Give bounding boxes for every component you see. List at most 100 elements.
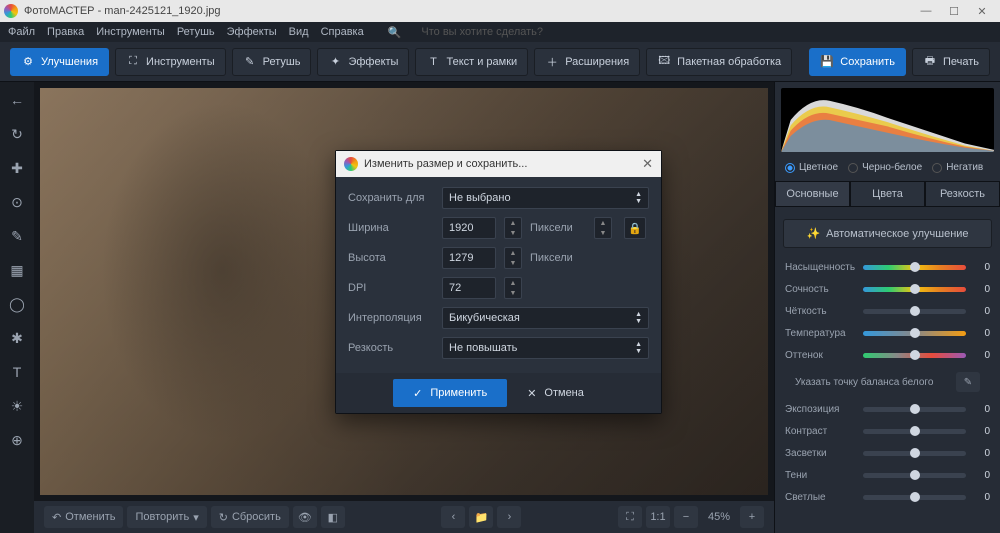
dpi-input[interactable]: 72 xyxy=(442,277,496,299)
slider-thumb[interactable] xyxy=(910,328,920,338)
brush-tool-icon[interactable]: ✎ xyxy=(7,226,27,246)
zoom-in-button[interactable]: + xyxy=(740,506,764,528)
slider-track[interactable] xyxy=(863,331,966,336)
minimize-button[interactable]: — xyxy=(912,0,940,22)
heal-icon[interactable]: ✚ xyxy=(7,158,27,178)
print-icon: 🖶 xyxy=(923,55,937,69)
next-button[interactable]: › xyxy=(497,506,521,528)
width-spinner[interactable]: ▲▼ xyxy=(504,217,522,239)
menu-edit[interactable]: Правка xyxy=(47,26,84,38)
gradient-icon[interactable]: ▦ xyxy=(7,260,27,280)
dialog-titlebar[interactable]: Изменить размер и сохранить... ✕ xyxy=(336,151,661,177)
undo-button[interactable]: ↶ Отменить xyxy=(44,506,123,528)
maximize-button[interactable]: ☐ xyxy=(940,0,968,22)
slider-value: 0 xyxy=(972,306,990,317)
slider-track[interactable] xyxy=(863,495,966,500)
tab-colors[interactable]: Цвета xyxy=(850,181,925,207)
slider-thumb[interactable] xyxy=(910,284,920,294)
back-icon[interactable]: ← xyxy=(7,90,27,110)
height-spinner[interactable]: ▲▼ xyxy=(504,247,522,269)
reset-button[interactable]: ↻ Сбросить xyxy=(211,506,289,528)
compare-icon[interactable]: ◧ xyxy=(321,506,345,528)
fit-icon[interactable]: ⛶ xyxy=(618,506,642,528)
slider-track[interactable] xyxy=(863,265,966,270)
search-placeholder[interactable]: Что вы хотите сделать? xyxy=(421,26,543,38)
slider-thumb[interactable] xyxy=(910,306,920,316)
text-tool-icon[interactable]: T xyxy=(7,362,27,382)
cancel-button[interactable]: ✕Отмена xyxy=(507,379,604,407)
prev-button[interactable]: ‹ xyxy=(441,506,465,528)
auto-enhance-button[interactable]: ✨Автоматическое улучшение xyxy=(783,219,992,248)
tab-enhance[interactable]: ⚙Улучшения xyxy=(10,48,109,76)
tab-sharpness[interactable]: Резкость xyxy=(925,181,1000,207)
tab-batch[interactable]: 🖾Пакетная обработка xyxy=(646,48,792,76)
plus-icon: ＋ xyxy=(545,55,559,69)
tab-extensions[interactable]: ＋Расширения xyxy=(534,48,640,76)
menu-file[interactable]: Файл xyxy=(8,26,35,38)
crop-icon: ⛶ xyxy=(126,55,140,69)
slider-thumb[interactable] xyxy=(910,448,920,458)
close-button[interactable]: ✕ xyxy=(968,0,996,22)
radio-negative[interactable]: Негатив xyxy=(932,162,983,173)
tab-effects[interactable]: ✦Эффекты xyxy=(317,48,409,76)
rotate-icon[interactable]: ↻ xyxy=(7,124,27,144)
print-button[interactable]: 🖶Печать xyxy=(912,48,990,76)
slider-track[interactable] xyxy=(863,473,966,478)
slider-label: Чёткость xyxy=(785,306,857,317)
slider-track[interactable] xyxy=(863,309,966,314)
slider-track[interactable] xyxy=(863,407,966,412)
width-unit-spinner[interactable]: ▲▼ xyxy=(594,217,612,239)
dialog-close-button[interactable]: ✕ xyxy=(642,156,653,172)
dpi-spinner[interactable]: ▲▼ xyxy=(504,277,522,299)
actual-size-button[interactable]: 1:1 xyxy=(646,506,670,528)
menu-view[interactable]: Вид xyxy=(289,26,309,38)
interp-select[interactable]: Бикубическая▲▼ xyxy=(442,307,649,329)
wb-label: Указать точку баланса белого xyxy=(795,377,933,388)
zoom-out-button[interactable]: − xyxy=(674,506,698,528)
brush-icon: ✎ xyxy=(243,55,257,69)
slider-track[interactable] xyxy=(863,353,966,358)
menu-help[interactable]: Справка xyxy=(321,26,364,38)
slider-track[interactable] xyxy=(863,429,966,434)
slider-thumb[interactable] xyxy=(910,470,920,480)
slider-thumb[interactable] xyxy=(910,404,920,414)
star-icon[interactable]: ✱ xyxy=(7,328,27,348)
slider-thumb[interactable] xyxy=(910,262,920,272)
slider-thumb[interactable] xyxy=(910,492,920,502)
width-input[interactable]: 1920 xyxy=(442,217,496,239)
folder-icon[interactable]: 📁 xyxy=(469,506,493,528)
sliders-icon: ⚙ xyxy=(21,55,35,69)
menu-tools[interactable]: Инструменты xyxy=(96,26,165,38)
sun-icon[interactable]: ☀ xyxy=(7,396,27,416)
apply-button[interactable]: ✓Применить xyxy=(393,379,507,407)
slider-label: Светлые xyxy=(785,492,857,503)
redo-button[interactable]: Повторить ▾ xyxy=(127,506,206,528)
stamp-icon[interactable]: ⊙ xyxy=(7,192,27,212)
tab-basic[interactable]: Основные xyxy=(775,181,850,207)
slider-thumb[interactable] xyxy=(910,350,920,360)
tab-text[interactable]: TТекст и рамки xyxy=(415,48,528,76)
menu-retouch[interactable]: Ретушь xyxy=(177,26,215,38)
sliders-panel: Насыщенность 0 Сочность 0 Чёткость 0 Тем… xyxy=(775,256,1000,533)
save-for-select[interactable]: Не выбрано▲▼ xyxy=(442,187,649,209)
vignette-icon[interactable]: ◯ xyxy=(7,294,27,314)
eyedropper-button[interactable]: ✎ xyxy=(956,372,980,392)
slider-track[interactable] xyxy=(863,287,966,292)
wand-icon: ✨ xyxy=(806,227,820,240)
slider-thumb[interactable] xyxy=(910,426,920,436)
tab-tools[interactable]: ⛶Инструменты xyxy=(115,48,226,76)
eye-icon[interactable]: 👁 xyxy=(293,506,317,528)
height-input[interactable]: 1279 xyxy=(442,247,496,269)
slider-row: Чёткость 0 xyxy=(785,300,990,322)
globe-icon[interactable]: ⊕ xyxy=(7,430,27,450)
radio-color[interactable]: Цветное xyxy=(785,162,838,173)
save-button[interactable]: 💾Сохранить xyxy=(809,48,906,76)
slider-value: 0 xyxy=(972,426,990,437)
tab-retouch[interactable]: ✎Ретушь xyxy=(232,48,312,76)
menu-effects[interactable]: Эффекты xyxy=(227,26,277,38)
radio-bw[interactable]: Черно-белое xyxy=(848,162,922,173)
slider-track[interactable] xyxy=(863,451,966,456)
sharp-select[interactable]: Не повышать▲▼ xyxy=(442,337,649,359)
slider-row: Тени 0 xyxy=(785,464,990,486)
lock-aspect-button[interactable]: 🔒 xyxy=(624,217,646,239)
